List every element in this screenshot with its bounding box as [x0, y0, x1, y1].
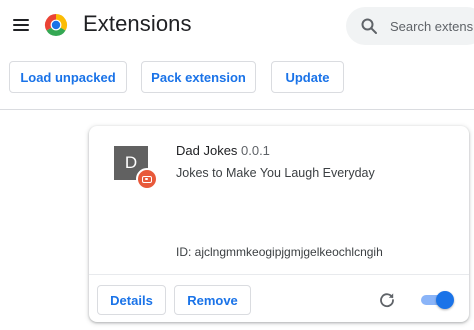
- extension-enabled-toggle[interactable]: [419, 291, 454, 309]
- load-unpacked-button[interactable]: Load unpacked: [9, 61, 127, 93]
- extension-name: Dad Jokes: [176, 143, 238, 158]
- extension-version: 0.0.1: [241, 143, 270, 158]
- pack-extension-button[interactable]: Pack extension: [141, 61, 256, 93]
- search-icon: [361, 18, 377, 34]
- page-title: Extensions: [83, 11, 192, 36]
- update-button[interactable]: Update: [271, 61, 344, 93]
- extension-description: Jokes to Make You Laugh Everyday: [176, 166, 375, 180]
- remove-button[interactable]: Remove: [174, 285, 251, 315]
- chrome-logo-icon: [44, 13, 68, 37]
- extension-id: ID: ajclngmmkeogipjgmjgelkeochlcngih: [176, 245, 383, 259]
- extension-card-footer: Details Remove: [89, 274, 469, 322]
- top-bar: Extensions: [0, 0, 474, 50]
- developer-toolbar: Load unpacked Pack extension Update: [0, 54, 474, 110]
- reload-icon[interactable]: [378, 291, 396, 309]
- unpacked-extension-badge-icon: [136, 168, 158, 190]
- details-button[interactable]: Details: [97, 285, 166, 315]
- hamburger-menu-icon[interactable]: [11, 16, 31, 34]
- search-box[interactable]: [346, 7, 474, 45]
- search-input[interactable]: [390, 7, 474, 45]
- toggle-knob: [436, 291, 454, 309]
- extension-card: D Dad Jokes 0.0.1 Jokes to Make You Laug…: [89, 126, 469, 322]
